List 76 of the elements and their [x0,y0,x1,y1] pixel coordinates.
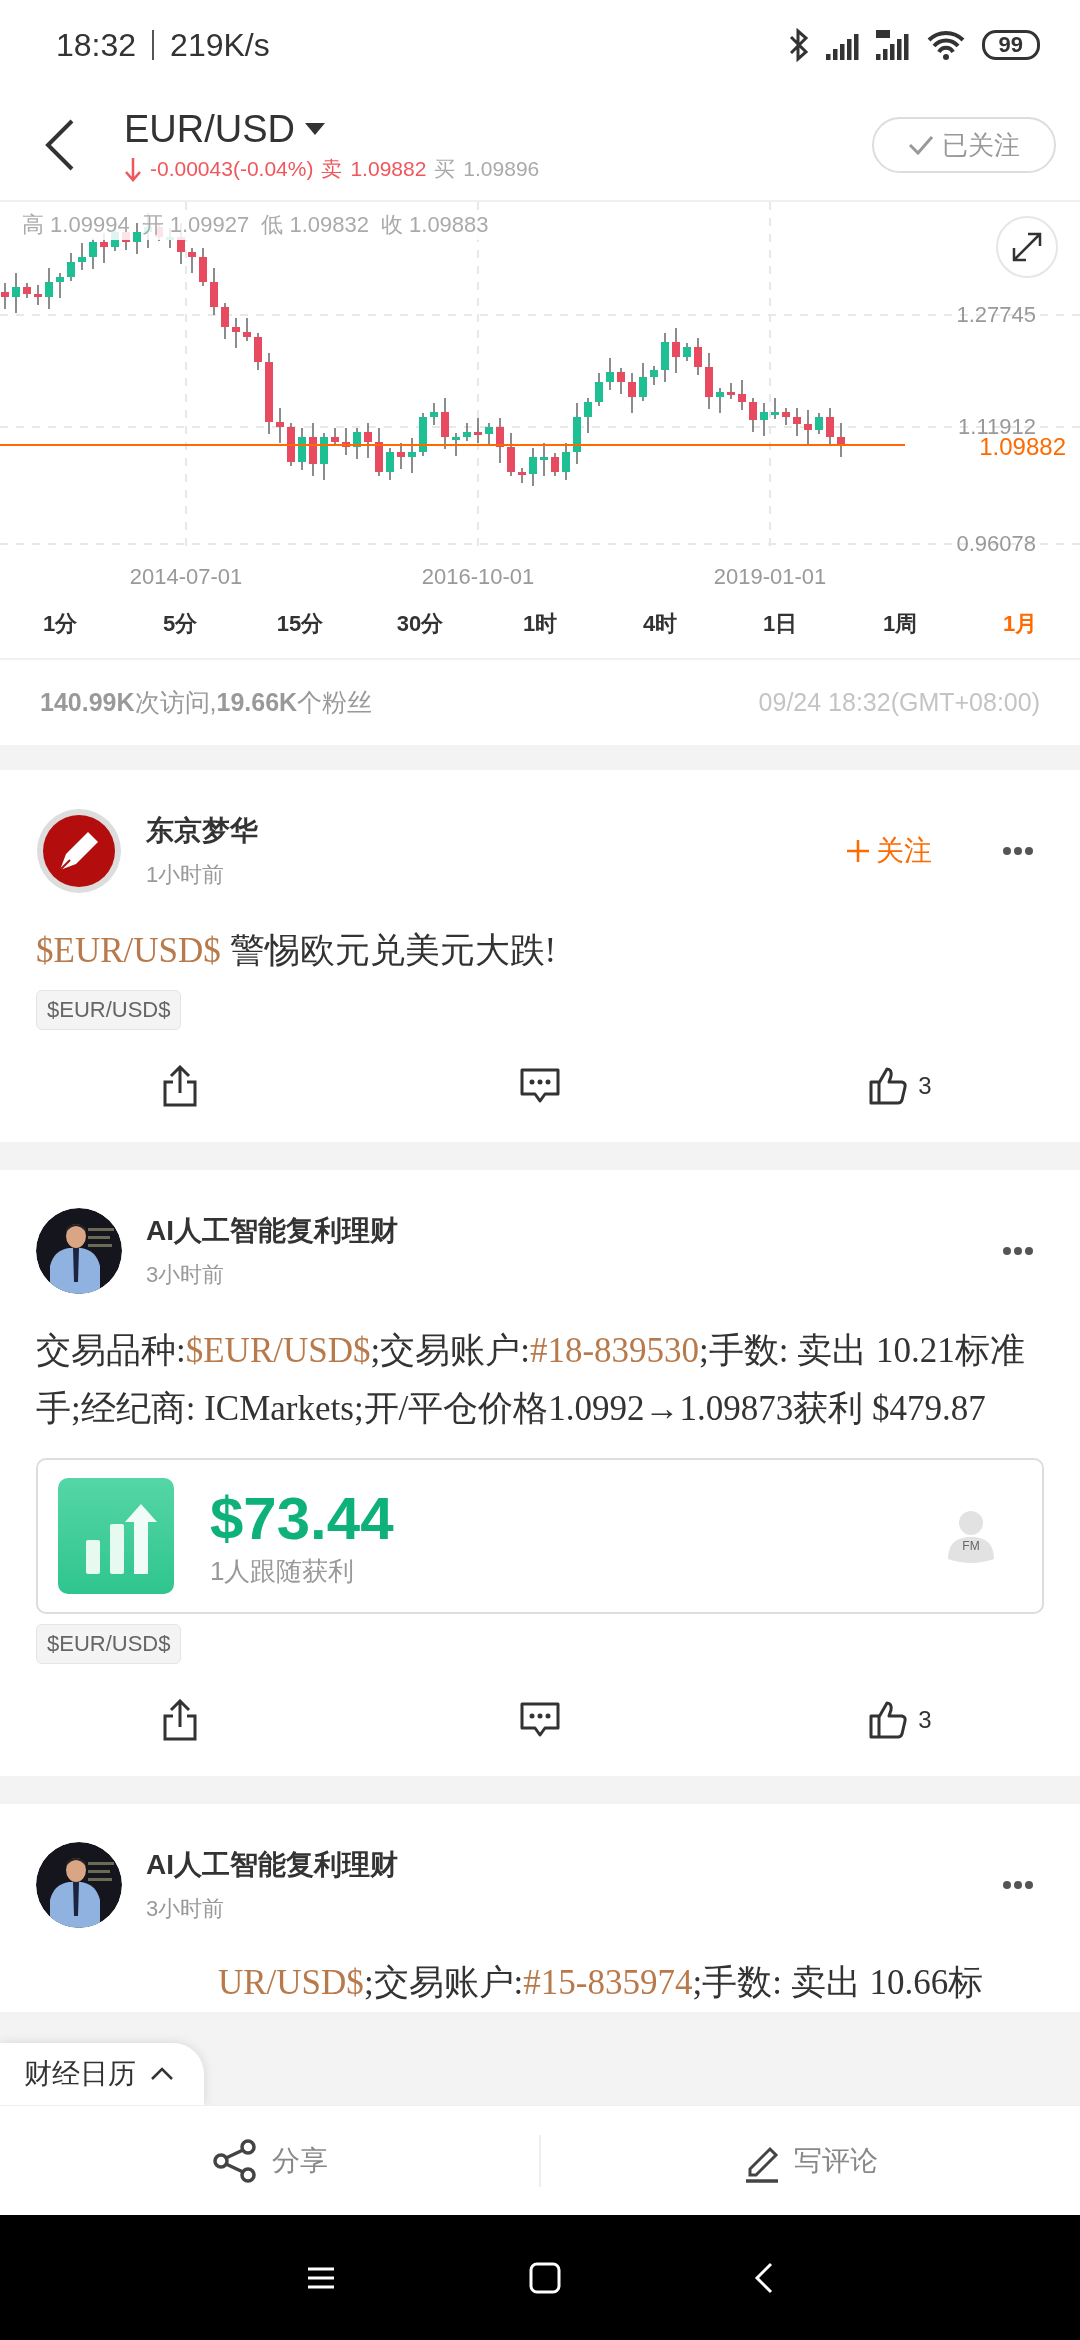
network-speed: 219K/s [170,26,270,64]
calendar-button[interactable]: 财经日历 [0,2043,204,2105]
like-button[interactable]: 3 [862,1065,938,1107]
battery-icon: 99 [981,30,1040,60]
share-icon [161,1065,199,1107]
post-text: UR/USD$;交易账户:#15-835974;手数: 卖出 10.66标 [217,1962,985,2004]
period-tab[interactable]: 30分 [360,603,480,645]
ticker-link[interactable]: #18-839530 [529,1331,700,1370]
post-time: 3小时前 [146,1261,226,1289]
author-name: AI人工智能复利理财 [146,1848,399,1882]
profit-caption: 1人跟随获利 [210,1554,356,1588]
axis-label: 0.96078 [956,531,1036,557]
period-tab[interactable]: 1时 [480,603,600,645]
wifi-icon [925,29,966,61]
plus-icon [846,839,870,863]
follow-button[interactable]: 已关注 [872,117,1056,173]
profit-amount: $73.44 [210,1483,395,1554]
visit-stats: 140.99K次访问,19.66K个粉丝 [40,687,373,718]
follow-button[interactable]: 关注 [840,831,938,871]
post-text: $EUR/USD$ 警惕欧元兑美元大跌! [36,930,558,972]
ohlc-value: 开 1.09927 [141,210,250,240]
axis-label: 2014-07-01 [129,564,243,590]
clock: 18:32 [56,26,137,64]
buy-price: 1.09896 [463,156,540,181]
bar-chart-icon [58,1478,174,1594]
home-icon[interactable] [529,2261,561,2294]
period-tab[interactable]: 15分 [240,603,360,645]
ticker-link[interactable]: $EUR/USD$ [185,1331,371,1370]
menu-icon[interactable] [306,2265,337,2290]
post-time: 1小时前 [146,861,226,889]
period-tab[interactable]: 5分 [120,603,240,645]
period-tab[interactable]: 1周 [840,603,960,645]
back-icon[interactable] [753,2261,774,2294]
axis-label: 1.27745 [956,302,1036,328]
topic-tag[interactable]: $EUR/USD$ [36,990,182,1030]
more-icon[interactable] [1002,1246,1034,1256]
caret-up-icon [150,2067,174,2081]
author-name: 东京梦华 [146,814,259,848]
person-icon [946,1509,996,1563]
bluetooth-icon [787,28,810,62]
post-time: 3小时前 [146,1895,226,1923]
period-tab[interactable]: 1月 [960,603,1080,645]
period-tab[interactable]: 1分 [0,603,120,645]
share-icon [161,1699,199,1741]
signal-icon [875,30,910,60]
ticker-link[interactable]: #15-835974 [523,1963,693,2002]
sell-price: 1.09882 [350,156,427,181]
pair-title: EUR/USD [124,107,296,151]
share-icon [211,2138,258,2183]
more-icon[interactable] [1002,1880,1034,1890]
share-button[interactable]: 分享 [0,2106,539,2215]
comment-button[interactable]: 写评论 [541,2106,1080,2215]
pen-logo-icon [36,808,122,894]
sell-label: 卖 [321,155,343,182]
topic-tag[interactable]: $EUR/USD$ [36,1624,182,1664]
axis-label: 2016-10-01 [421,564,535,590]
thumbs-up-icon [868,1066,909,1106]
thumbs-up-icon [868,1700,909,1740]
author-name: AI人工智能复利理财 [146,1214,399,1248]
avatar-label: FM [961,1539,981,1553]
caret-icon[interactable] [305,123,326,135]
more-icon[interactable] [1002,846,1034,856]
ticker-link[interactable]: $EUR/USD$ [36,931,221,970]
post-text: 交易品种:$EUR/USD$;交易账户:#18-839530;手数: 卖出 10.21标准手;经纪商: ICMarkets;开/平仓价格1.0992→1.09873获利 $479.87 [36,1330,1026,1430]
check-icon [908,135,934,155]
period-tab[interactable]: 1日 [720,603,840,645]
expand-icon [1010,230,1044,264]
price-change: -0.00043(-0.04%) [150,156,314,181]
arrow-icon [124,155,142,182]
buy-label: 买 [434,155,456,182]
ohlc-value: 高 1.09994 [22,210,130,240]
like-button[interactable]: 3 [862,1699,938,1741]
ticker-link[interactable]: UR/USD$ [218,1963,364,2002]
axis-label: 2019-01-01 [713,564,827,590]
period-tab[interactable]: 4时 [600,603,720,645]
timestamp: 09/24 18:32(GMT+08:00) [758,688,1040,717]
